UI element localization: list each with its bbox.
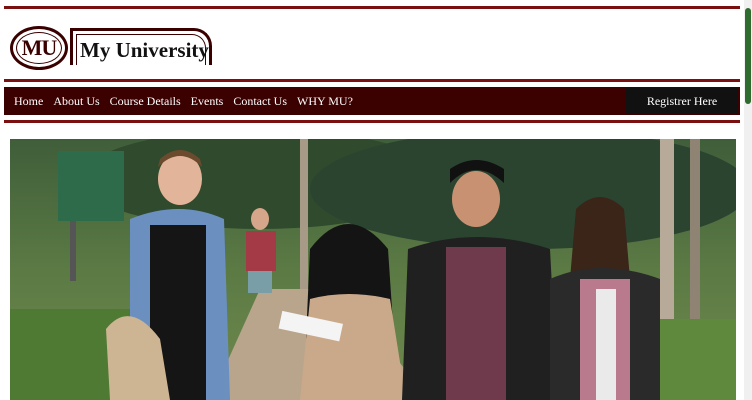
site-header: MU My University — [4, 12, 740, 78]
nav-bottom-rule — [4, 120, 740, 123]
nav-why-mu[interactable]: WHY MU? — [297, 94, 353, 109]
main-nav: Home About Us Course Details Events Cont… — [4, 87, 740, 115]
header-bottom-rule — [4, 79, 740, 82]
site-title: My University — [80, 38, 209, 62]
nav-home[interactable]: Home — [14, 94, 43, 109]
nav-events[interactable]: Events — [191, 94, 224, 109]
top-rule — [4, 6, 740, 9]
register-button[interactable]: Registrer Here — [626, 88, 738, 114]
nav-contact-us[interactable]: Contact Us — [233, 94, 287, 109]
nav-course-details[interactable]: Course Details — [110, 94, 181, 109]
logo-initials: MU — [21, 35, 58, 60]
scrollbar-thumb[interactable] — [745, 8, 751, 104]
hero-image — [10, 139, 736, 400]
logo[interactable]: MU — [10, 26, 68, 70]
page-scrollbar[interactable] — [744, 0, 752, 400]
nav-about-us[interactable]: About Us — [53, 94, 99, 109]
